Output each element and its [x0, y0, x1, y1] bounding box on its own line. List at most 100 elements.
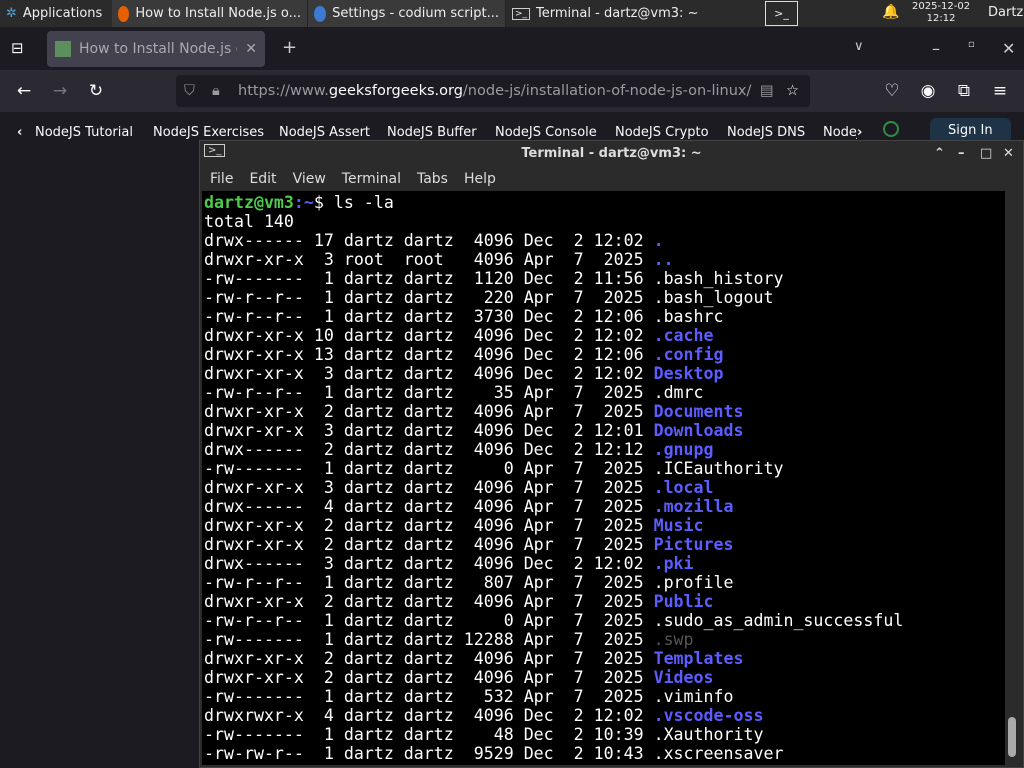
file-meta: -rw------- 1 dartz dartz 532 Apr 7 2025: [204, 687, 654, 706]
file-meta: -rw------- 1 dartz dartz 48 Dec 2 10:39: [204, 725, 654, 744]
workspace-switcher[interactable]: >_: [765, 1, 798, 26]
menu-help[interactable]: Help: [464, 171, 504, 187]
file-name: .ICEauthority: [653, 459, 784, 478]
lock-icon[interactable]: 🔒︎: [212, 83, 220, 99]
listing-row: drwxrwxr-x 4 dartz dartz 4096 Dec 2 12:0…: [204, 706, 1005, 725]
listing-row: -rw-r--r-- 1 dartz dartz 35 Apr 7 2025 .…: [204, 383, 1005, 402]
file-name: .xscreensaver: [653, 744, 784, 763]
close-window-button[interactable]: ✕: [1002, 39, 1015, 58]
tab-list-icon[interactable]: ⊟: [11, 39, 24, 57]
shade-button[interactable]: ⌃: [934, 146, 945, 161]
file-name: .bash_history: [653, 269, 784, 288]
listing-row: drwxr-xr-x 10 dartz dartz 4096 Dec 2 12:…: [204, 326, 1005, 345]
file-name: .sudo_as_admin_successful: [653, 611, 904, 630]
task-codium[interactable]: Settings - codium script...: [308, 0, 506, 27]
file-meta: drwxr-xr-x 3 root root 4096 Apr 7 2025: [204, 250, 654, 269]
close-tab-icon[interactable]: ✕: [245, 41, 257, 57]
applications-menu[interactable]: ✲ Applications: [0, 0, 112, 27]
xfce-logo-icon: ✲: [6, 6, 17, 21]
maximize-button[interactable]: ▫: [968, 39, 975, 50]
pocket-icon[interactable]: ♡: [880, 70, 904, 112]
command: ls -la: [333, 193, 394, 212]
list-tabs-chevron-icon[interactable]: ∨: [854, 39, 864, 54]
file-meta: -rw-r--r-- 1 dartz dartz 0 Apr 7 2025: [204, 611, 654, 630]
menu-file[interactable]: File: [210, 171, 241, 187]
scroll-right-chevron-icon[interactable]: ›: [857, 125, 862, 140]
file-name: Pictures: [653, 535, 734, 554]
listing-row: drwxr-xr-x 2 dartz dartz 4096 Apr 7 2025…: [204, 649, 1005, 668]
user-menu[interactable]: Dartz: [988, 5, 1023, 20]
file-name: .profile: [653, 573, 734, 592]
nav-link[interactable]: NodeJS DNS: [727, 125, 805, 140]
menu-view[interactable]: View: [293, 171, 334, 187]
menu-terminal[interactable]: Terminal: [342, 171, 409, 187]
file-meta: -rw------- 1 dartz dartz 12288 Apr 7 202…: [204, 630, 654, 649]
listing-row: drwx------ 17 dartz dartz 4096 Dec 2 12:…: [204, 231, 1005, 250]
file-name: .config: [653, 345, 724, 364]
file-name: Templates: [653, 649, 744, 668]
account-icon[interactable]: ◉: [916, 70, 940, 112]
listing-row: -rw------- 1 dartz dartz 1120 Dec 2 11:5…: [204, 269, 1005, 288]
nav-link[interactable]: NodeJS Buffer: [387, 125, 477, 140]
search-icon[interactable]: [883, 121, 899, 137]
menu-tabs[interactable]: Tabs: [417, 171, 456, 187]
listing-row: -rw-rw-r-- 1 dartz dartz 9529 Dec 2 10:4…: [204, 744, 1005, 763]
file-meta: drwxrwxr-x 4 dartz dartz 4096 Dec 2 12:0…: [204, 706, 654, 725]
menu-edit[interactable]: Edit: [249, 171, 284, 187]
notification-bell-icon[interactable]: 🔔: [882, 4, 899, 20]
listing-row: -rw------- 1 dartz dartz 532 Apr 7 2025 …: [204, 687, 1005, 706]
tracking-shield-icon[interactable]: ⛉: [184, 83, 195, 99]
file-meta: drwxr-xr-x 3 dartz dartz 4096 Apr 7 2025: [204, 478, 654, 497]
task-firefox[interactable]: How to Install Node.js o...: [112, 0, 308, 27]
terminal-minimize-button[interactable]: –: [958, 146, 965, 161]
minimize-button[interactable]: –: [932, 39, 940, 58]
nav-link[interactable]: NodeJS Assert: [279, 125, 370, 140]
file-name: .pki: [653, 554, 694, 573]
file-meta: drwxr-xr-x 10 dartz dartz 4096 Dec 2 12:…: [204, 326, 654, 345]
file-name: Music: [653, 516, 704, 535]
listing-row: drwxr-xr-x 3 dartz dartz 4096 Dec 2 12:0…: [204, 364, 1005, 383]
terminal-close-button[interactable]: ✕: [1003, 146, 1014, 161]
task-terminal[interactable]: >_ Terminal - dartz@vm3: ~: [506, 0, 706, 27]
terminal-scrollbar[interactable]: [1005, 191, 1019, 765]
forward-button[interactable]: →: [48, 70, 72, 112]
listing-row: -rw-r--r-- 1 dartz dartz 220 Apr 7 2025 …: [204, 288, 1005, 307]
nav-link[interactable]: NodeJ: [823, 125, 857, 140]
file-meta: drwx------ 4 dartz dartz 4096 Apr 7 2025: [204, 497, 654, 516]
url-bar[interactable]: ⛉ 🔒︎ https://www. geeksforgeeks.org/node-…: [176, 75, 810, 107]
file-meta: drwxr-xr-x 2 dartz dartz 4096 Apr 7 2025: [204, 592, 654, 611]
file-name: .: [653, 231, 664, 250]
bookmark-star-icon[interactable]: ☆: [786, 83, 799, 99]
clock[interactable]: 2025-12-02 12:12: [912, 1, 970, 25]
terminal-output[interactable]: dartz@vm3:~$ ls -la total 140 drwx------ 1…: [202, 191, 1005, 765]
file-name: .Xauthority: [653, 725, 764, 744]
new-tab-button[interactable]: +: [282, 37, 297, 58]
file-meta: -rw-rw-r-- 1 dartz dartz 9529 Dec 2 10:4…: [204, 744, 654, 763]
nav-link[interactable]: NodeJS Exercises: [153, 125, 264, 140]
nav-link[interactable]: NodeJS Console: [495, 125, 597, 140]
listing-row: drwxr-xr-x 3 root root 4096 Apr 7 2025 .…: [204, 250, 1005, 269]
listing-row: drwxr-xr-x 2 dartz dartz 4096 Apr 7 2025…: [204, 668, 1005, 687]
terminal-maximize-button[interactable]: □: [980, 146, 992, 161]
nav-link[interactable]: NodeJS Crypto: [615, 125, 709, 140]
back-button[interactable]: ←: [12, 70, 36, 112]
nav-link[interactable]: NodeJS Tutorial: [35, 125, 133, 140]
file-meta: -rw-r--r-- 1 dartz dartz 220 Apr 7 2025: [204, 288, 654, 307]
terminal-menubar: File Edit View Terminal Tabs Help: [200, 166, 1023, 192]
reload-button[interactable]: ↻: [84, 70, 108, 112]
file-meta: drwx------ 2 dartz dartz 4096 Dec 2 12:1…: [204, 440, 654, 459]
file-meta: -rw------- 1 dartz dartz 1120 Dec 2 11:5…: [204, 269, 654, 288]
terminal-title-bar[interactable]: >_ Terminal - dartz@vm3: ~ ⌃ – □ ✕: [200, 141, 1023, 166]
listing-row: drwxr-xr-x 3 dartz dartz 4096 Dec 2 12:0…: [204, 421, 1005, 440]
scrollbar-thumb[interactable]: [1008, 717, 1016, 757]
scroll-left-chevron-icon[interactable]: ‹: [17, 125, 22, 140]
taskbar: ✲ Applications How to Install Node.js o..…: [0, 0, 1024, 27]
reader-view-icon[interactable]: ▤: [760, 83, 774, 99]
listing-row: drwxr-xr-x 2 dartz dartz 4096 Apr 7 2025…: [204, 402, 1005, 421]
browser-tab-active[interactable]: How to Install Node.js on ✕: [47, 31, 265, 67]
menu-icon[interactable]: ≡: [988, 70, 1012, 112]
file-meta: -rw-r--r-- 1 dartz dartz 3730 Dec 2 12:0…: [204, 307, 654, 326]
file-meta: -rw-r--r-- 1 dartz dartz 807 Apr 7 2025: [204, 573, 654, 592]
extensions-icon[interactable]: ⧉: [952, 70, 976, 112]
listing-row: -rw-r--r-- 1 dartz dartz 3730 Dec 2 12:0…: [204, 307, 1005, 326]
